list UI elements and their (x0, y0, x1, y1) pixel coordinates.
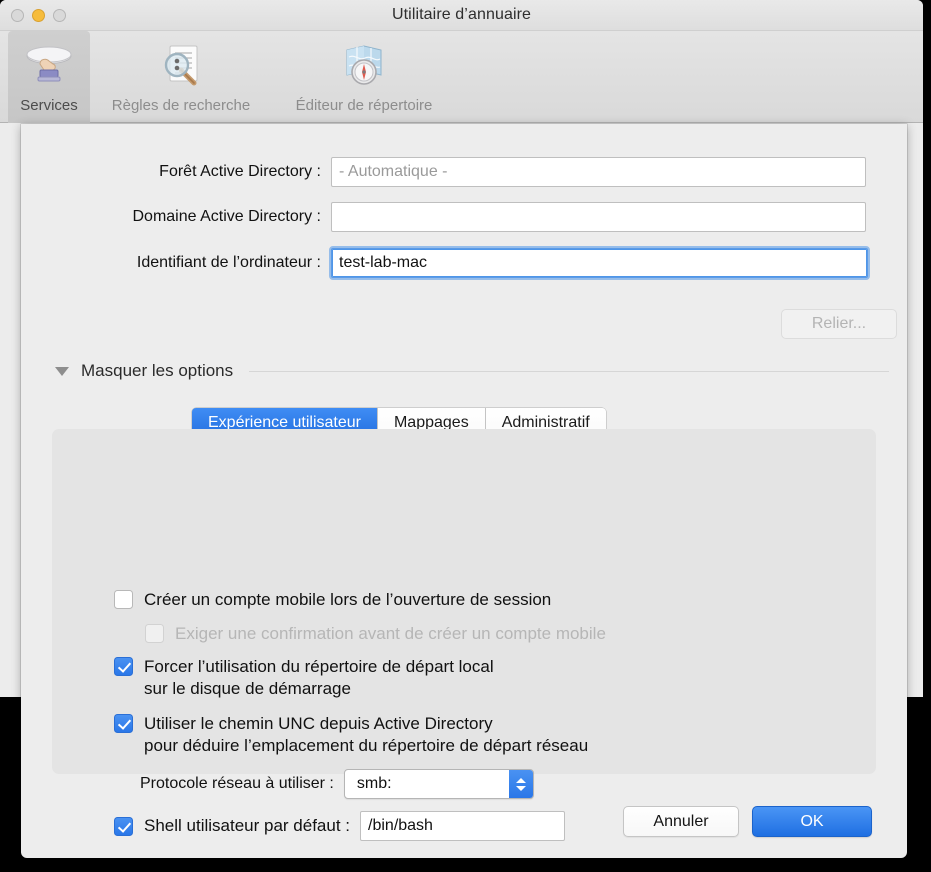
checkbox-require-confirmation (145, 624, 164, 643)
forest-field-row: Forêt Active Directory : - Automatique - (109, 157, 866, 187)
domain-input[interactable] (331, 202, 866, 232)
ok-button[interactable]: OK (752, 806, 872, 837)
forest-field-label: Forêt Active Directory : (159, 163, 321, 180)
checkbox-label-line2: pour déduire l’emplacement du répertoire… (144, 736, 589, 755)
checkbox-use-unc-path[interactable] (114, 714, 133, 733)
active-directory-sheet: Forêt Active Directory : - Automatique -… (21, 124, 907, 858)
checkbox-default-shell[interactable] (114, 817, 133, 836)
default-shell-row: Shell utilisateur par défaut : /bin/bash (114, 811, 566, 841)
computer-id-field-row: Identifiant de l’ordinateur : test-lab-m… (78, 246, 870, 280)
default-shell-label: Shell utilisateur par défaut : (144, 816, 351, 835)
checkbox-row-require-confirmation: Exiger une confirmation avant de créer u… (145, 623, 606, 645)
default-shell-input[interactable]: /bin/bash (360, 811, 566, 841)
checkbox-label: Forcer l’utilisation du répertoire de dé… (144, 656, 494, 700)
computer-id-field-label: Identifiant de l’ordinateur : (136, 254, 321, 271)
checkbox-label: Créer un compte mobile lors de l’ouvertu… (144, 589, 551, 611)
user-experience-panel: Créer un compte mobile lors de l’ouvertu… (52, 429, 876, 841)
map-compass-icon (335, 37, 393, 95)
cancel-button[interactable]: Annuler (623, 806, 739, 837)
checkbox-force-local-home[interactable] (114, 657, 133, 676)
domain-field-label: Domaine Active Directory : (132, 208, 321, 225)
checkbox-label-line1: Forcer l’utilisation du répertoire de dé… (144, 657, 494, 676)
toolbar-item-label: Règles de recherche (111, 97, 251, 114)
window-title: Utilitaire d’annuaire (391, 6, 532, 23)
window-titlebar: Utilitaire d’annuaire (0, 0, 923, 31)
forest-input[interactable]: - Automatique - (331, 157, 866, 187)
checkbox-create-mobile-account[interactable] (114, 590, 133, 609)
triangle-down-icon[interactable] (55, 366, 69, 376)
toolbar-item-services[interactable]: Services (8, 31, 90, 123)
checkbox-label-line1: Créer un compte mobile lors de l’ouvertu… (144, 590, 552, 609)
checkbox-label: Exiger une confirmation avant de créer u… (175, 623, 606, 645)
options-disclosure-row[interactable]: Masquer les options (55, 360, 911, 382)
toolbar-item-search-rules[interactable]: Règles de recherche (94, 31, 268, 123)
magnifier-doc-icon (152, 37, 210, 95)
network-protocol-value: smb: (356, 775, 392, 792)
chevron-up-down-icon[interactable] (508, 770, 533, 798)
hand-tray-icon (20, 37, 78, 95)
network-protocol-popup[interactable]: smb: (343, 769, 534, 799)
checkbox-label-line1: Exiger une confirmation avant de créer u… (175, 624, 606, 643)
options-disclosure-label: Masquer les options (81, 361, 234, 380)
network-protocol-row: Protocole réseau à utiliser : smb: (140, 769, 534, 799)
chevron-down-icon (515, 785, 526, 791)
toolbar-item-directory-editor[interactable]: Éditeur de répertoire (276, 31, 452, 123)
computer-id-input[interactable]: test-lab-mac (329, 246, 870, 280)
chevron-up-icon (515, 777, 526, 783)
checkbox-label-line1: Utiliser le chemin UNC depuis Active Dir… (144, 714, 493, 733)
bind-button[interactable]: Relier... (781, 309, 897, 339)
checkbox-row-force-local-home[interactable]: Forcer l’utilisation du répertoire de dé… (114, 656, 494, 700)
separator-rule (249, 370, 889, 372)
toolbar-item-label: Services (20, 97, 78, 114)
checkbox-row-create-mobile-account[interactable]: Créer un compte mobile lors de l’ouvertu… (114, 589, 551, 611)
checkbox-label-line2: sur le disque de démarrage (144, 679, 351, 698)
toolbar-item-label: Éditeur de répertoire (295, 97, 433, 114)
toolbar: Services Règles de recherche Éditeur de … (0, 31, 923, 123)
checkbox-label: Utiliser le chemin UNC depuis Active Dir… (144, 713, 588, 757)
network-protocol-label: Protocole réseau à utiliser : (140, 775, 334, 792)
checkbox-row-use-unc-path[interactable]: Utiliser le chemin UNC depuis Active Dir… (114, 713, 588, 757)
domain-field-row: Domaine Active Directory : (76, 202, 866, 232)
